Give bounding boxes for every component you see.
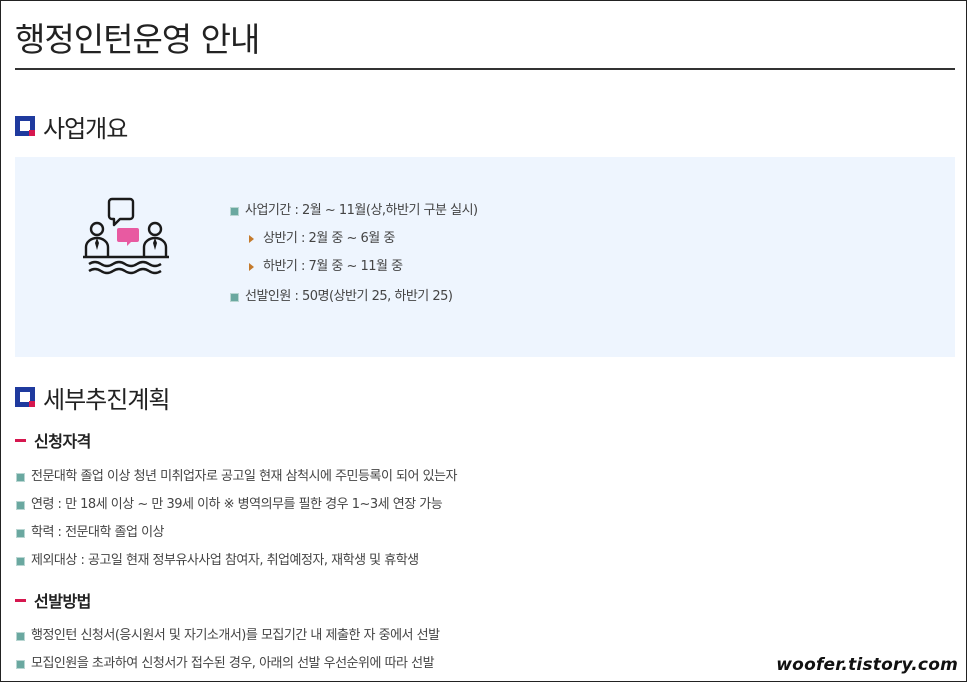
eligibility-list: 전문대학 졸업 이상 청년 미취업자로 공고일 현재 삼척시에 주민등록이 되어… bbox=[16, 463, 457, 575]
meeting-discussion-icon bbox=[83, 197, 169, 275]
square-bullet-icon bbox=[16, 528, 25, 538]
list-item: 하반기 : 7월 중 ~ 11월 중 bbox=[231, 253, 478, 281]
list-item: 사업기간 : 2월 ~ 11월(상,하반기 구분 실시) bbox=[230, 197, 478, 225]
subheading-selection: 선발방법 bbox=[15, 589, 91, 611]
overview-list: 사업기간 : 2월 ~ 11월(상,하반기 구분 실시) 상반기 : 2월 중 … bbox=[230, 197, 478, 311]
triangle-bullet-icon bbox=[249, 263, 254, 271]
list-item: 선발인원 : 50명(상반기 25, 하반기 25) bbox=[230, 283, 478, 311]
triangle-bullet-icon bbox=[249, 235, 254, 243]
section-heading-overview: 사업개요 bbox=[15, 111, 128, 143]
overview-box: 사업기간 : 2월 ~ 11월(상,하반기 구분 실시) 상반기 : 2월 중 … bbox=[15, 157, 955, 357]
section-title: 세부추진계획 bbox=[43, 385, 170, 414]
list-item: 상반기 : 2월 중 ~ 6월 중 bbox=[231, 225, 478, 253]
square-bullet-icon bbox=[16, 472, 25, 482]
red-dash-icon bbox=[15, 438, 26, 442]
square-bullet-icon bbox=[16, 659, 25, 669]
square-bullet-icon bbox=[16, 631, 25, 641]
list-item: 전문대학 졸업 이상 청년 미취업자로 공고일 현재 삼척시에 주민등록이 되어… bbox=[16, 463, 457, 491]
red-dash-icon bbox=[15, 598, 26, 602]
section-square-icon bbox=[15, 387, 35, 407]
square-bullet-icon bbox=[16, 556, 25, 566]
section-title: 사업개요 bbox=[43, 114, 128, 143]
page-title: 행정인턴운영 안내 bbox=[15, 20, 260, 59]
selection-list: 행정인턴 신청서(응시원서 및 자기소개서)를 모집기간 내 제출한 자 중에서… bbox=[16, 622, 440, 678]
section-square-icon bbox=[15, 116, 35, 136]
page-frame: 행정인턴운영 안내 사업개요 사업기간: 2월 ~ 11월(상,하반기 구분 … bbox=[0, 0, 967, 682]
subheading-eligibility: 신청자격 bbox=[15, 429, 91, 451]
list-item: 연령 : 만 18세 이상 ~ 만 39세 이하 ※ 병역의무를 필한 경우 1… bbox=[16, 491, 457, 519]
list-item: 학력 : 전문대학 졸업 이상 bbox=[16, 519, 457, 547]
title-divider bbox=[15, 68, 955, 70]
list-item: 제외대상 : 공고일 현재 정부유사사업 참여자, 취업예정자, 재학생 및 휴… bbox=[16, 547, 457, 575]
list-item: 행정인턴 신청서(응시원서 및 자기소개서)를 모집기간 내 제출한 자 중에서… bbox=[16, 622, 440, 650]
section-heading-plan: 세부추진계획 bbox=[15, 382, 170, 414]
watermark: woofer.tistory.com bbox=[776, 655, 958, 675]
list-item: 모집인원을 초과하여 신청서가 접수된 경우, 아래의 선발 우선순위에 따라 … bbox=[16, 650, 440, 678]
square-bullet-icon bbox=[230, 292, 239, 302]
square-bullet-icon bbox=[230, 206, 239, 216]
square-bullet-icon bbox=[16, 500, 25, 510]
